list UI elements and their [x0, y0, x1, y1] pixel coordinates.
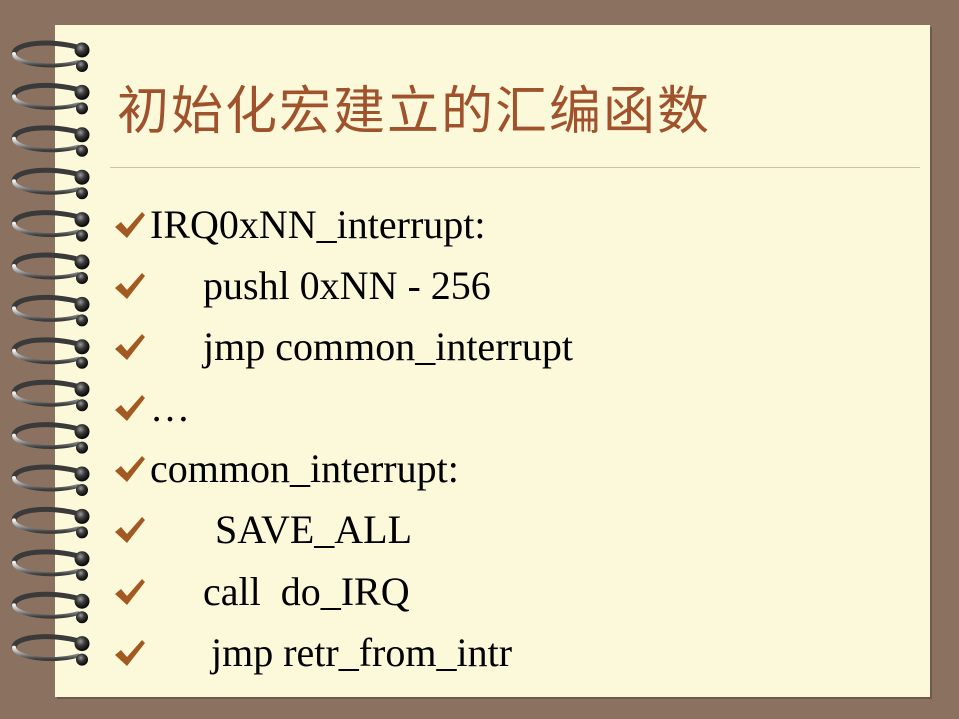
- binding-ring: [11, 40, 90, 72]
- bullet-text: pushl 0xNN - 256: [203, 263, 491, 308]
- slide-title: 初始化宏建立的汇编函数: [117, 82, 712, 142]
- binding-ring: [11, 295, 90, 327]
- check-icon: [115, 640, 145, 666]
- binding-ring: [11, 464, 90, 496]
- binding-ring: [11, 591, 90, 624]
- spiral-binding: [11, 40, 90, 666]
- check-icon: [115, 579, 145, 605]
- bullet-text: jmp retr_from_intr: [211, 630, 513, 675]
- title-divider: [110, 167, 920, 168]
- check-icon: [115, 517, 145, 543]
- check-icon: [115, 456, 145, 482]
- bullet-text: SAVE_ALL: [215, 507, 413, 552]
- check-icon: [115, 395, 145, 421]
- binding-ring: [11, 422, 90, 454]
- binding-ring: [11, 210, 90, 242]
- check-icon: [115, 273, 145, 299]
- binding-ring: [11, 125, 90, 157]
- binding-ring: [11, 549, 90, 581]
- binding-ring: [11, 83, 90, 115]
- bullet-text: …: [150, 385, 190, 430]
- check-icon: [115, 334, 145, 360]
- binding-ring: [11, 252, 90, 284]
- bullet-text: call do_IRQ: [203, 569, 410, 614]
- check-icon: [115, 212, 145, 238]
- binding-ring: [11, 167, 90, 200]
- bullet-text: IRQ0xNN_interrupt:: [150, 202, 486, 247]
- binding-ring: [11, 634, 90, 666]
- binding-ring: [11, 337, 90, 369]
- bullet-text: common_interrupt:: [150, 446, 459, 491]
- bullet-text: jmp common_interrupt: [203, 324, 573, 369]
- binding-ring: [11, 379, 90, 412]
- spiral-rings: [11, 40, 90, 666]
- binding-ring: [11, 507, 90, 539]
